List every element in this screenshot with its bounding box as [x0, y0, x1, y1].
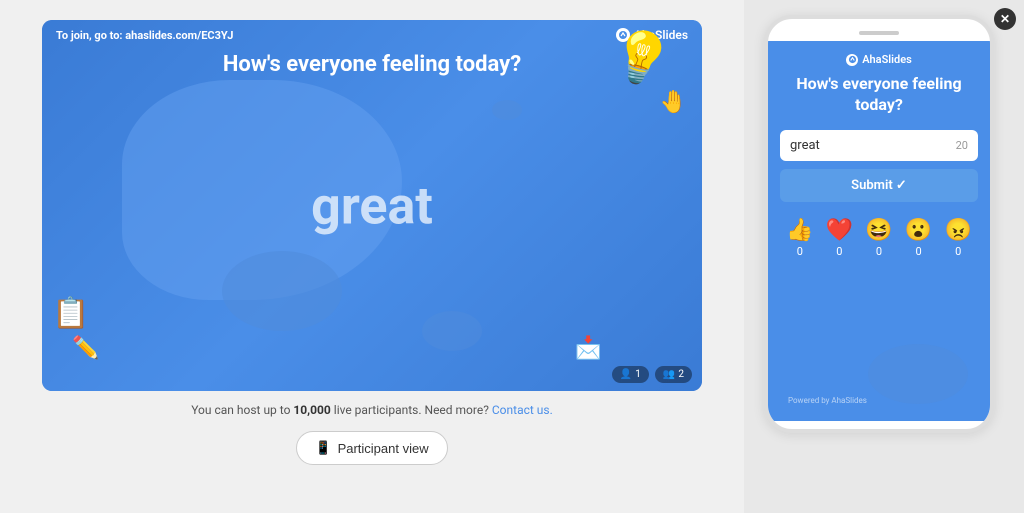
- phone-top: [768, 31, 990, 41]
- decorative-blob-3: [422, 311, 482, 351]
- wow-count: 0: [915, 245, 921, 258]
- laugh-count: 0: [876, 245, 882, 258]
- participant-view-button[interactable]: 📱 Participant view: [296, 431, 447, 465]
- reaction-wow[interactable]: 😮 0: [905, 218, 932, 258]
- slide-background: To join, go to: ahaslides.com/EC3YJ AhaS…: [42, 20, 702, 391]
- laugh-emoji: 😆: [865, 218, 892, 243]
- slide-topbar: To join, go to: ahaslides.com/EC3YJ AhaS…: [42, 20, 702, 50]
- right-panel: ✕ AhaSlides How's everyone feeling today…: [744, 0, 1024, 513]
- close-button[interactable]: ✕: [994, 8, 1016, 30]
- slide-bottombar: 👤 1 👥 2: [612, 366, 692, 383]
- phone-mockup: AhaSlides How's everyone feeling today? …: [764, 15, 994, 433]
- reaction-angry[interactable]: 😠 0: [944, 218, 971, 258]
- heart-emoji: ❤️: [826, 218, 853, 243]
- user-icon: 👥: [663, 369, 675, 380]
- phone-input-count: 20: [956, 139, 968, 152]
- slide-join-text: To join, go to: ahaslides.com/EC3YJ: [56, 29, 233, 42]
- thumbsup-count: 0: [797, 245, 803, 258]
- phone-input-value: great: [790, 138, 820, 153]
- contact-us-link[interactable]: Contact us.: [492, 403, 553, 417]
- left-panel: To join, go to: ahaslides.com/EC3YJ AhaS…: [0, 0, 744, 513]
- decorative-blob-4: [492, 100, 522, 120]
- participant-limit: 10,000: [293, 403, 330, 417]
- info-suffix: live participants. Need more?: [331, 403, 492, 417]
- slide-container: To join, go to: ahaslides.com/EC3YJ AhaS…: [42, 20, 702, 391]
- phone-bottom-area: Powered by AhaSlides: [780, 270, 978, 409]
- participant-icon: 👤: [620, 369, 632, 380]
- reaction-laugh[interactable]: 😆 0: [865, 218, 892, 258]
- envelope-illustration: 📩: [575, 336, 602, 361]
- heart-count: 0: [836, 245, 842, 258]
- slide-word: great: [311, 175, 433, 236]
- user-count: 2: [678, 369, 684, 380]
- angry-emoji: 😠: [944, 218, 971, 243]
- user-badge: 👥 2: [655, 366, 692, 383]
- participant-badge: 👤 1: [612, 366, 649, 383]
- phone-logo: AhaSlides: [780, 53, 978, 66]
- mobile-icon: 📱: [315, 440, 331, 456]
- info-prefix: You can host up to: [191, 403, 293, 417]
- angry-count: 0: [955, 245, 961, 258]
- slide-question: How's everyone feeling today?: [42, 52, 702, 77]
- participant-count: 1: [635, 369, 641, 380]
- join-url: ahaslides.com/EC3YJ: [125, 29, 233, 42]
- join-prefix: To join, go to:: [56, 29, 125, 42]
- wow-emoji: 😮: [905, 218, 932, 243]
- thumbsup-emoji: 👍: [786, 218, 813, 243]
- phone-decorative-blob: [868, 344, 968, 404]
- phone-logo-icon: [846, 54, 858, 66]
- pencil-illustration: ✏️: [72, 336, 99, 361]
- participant-view-label: Participant view: [338, 441, 429, 456]
- phone-powered-by: Powered by AhaSlides: [788, 396, 867, 405]
- phone-logo-text: AhaSlides: [862, 53, 912, 66]
- phone-submit-button[interactable]: Submit ✓: [780, 169, 978, 202]
- decorative-blob-2: [222, 251, 342, 331]
- reaction-thumbsup[interactable]: 👍 0: [786, 218, 813, 258]
- phone-question: How's everyone feeling today?: [780, 74, 978, 116]
- notes-illustration: 📋: [52, 296, 89, 331]
- reaction-heart[interactable]: ❤️ 0: [826, 218, 853, 258]
- hand-illustration: 🤚: [660, 90, 687, 115]
- phone-reactions: 👍 0 ❤️ 0 😆 0 😮 0 😠 0: [780, 218, 978, 258]
- phone-speaker: [859, 31, 899, 35]
- phone-input-row[interactable]: great 20: [780, 130, 978, 161]
- slide-info: You can host up to 10,000 live participa…: [191, 403, 553, 417]
- phone-screen: AhaSlides How's everyone feeling today? …: [768, 41, 990, 421]
